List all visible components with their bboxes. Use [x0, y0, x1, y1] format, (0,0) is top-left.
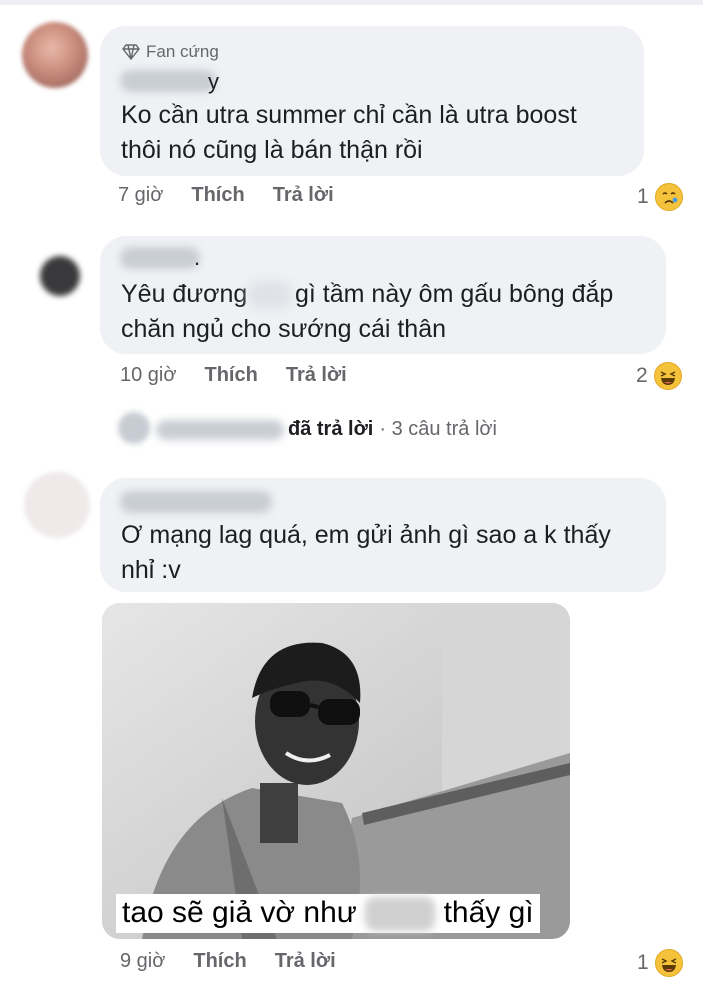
badge-label: Fan cứng — [146, 42, 219, 61]
reaction-summary[interactable]: 1 — [637, 183, 683, 211]
censored-text — [248, 281, 292, 309]
commenter-name[interactable] — [120, 247, 200, 269]
fan-badge: Fan cứng — [122, 42, 219, 62]
comment-actions: 10 giờ Thích Trả lời — [120, 364, 347, 387]
laughing-face-icon — [654, 949, 683, 977]
crying-face-icon — [654, 183, 683, 211]
avatar[interactable] — [40, 256, 80, 296]
avatar[interactable] — [24, 472, 90, 538]
timestamp[interactable]: 9 giờ — [120, 950, 165, 973]
comment-actions: 9 giờ Thích Trả lời — [120, 950, 336, 973]
caption-text: thấy gì — [443, 895, 534, 929]
laughing-face-icon — [653, 362, 682, 390]
replies-summary[interactable]: đã trả lời · 3 câu trả lời — [288, 418, 497, 441]
reply-button[interactable]: Trả lời — [286, 364, 347, 387]
censored-text — [365, 897, 436, 931]
replies-count: · 3 câu trả lời — [379, 418, 497, 440]
top-divider — [0, 0, 703, 5]
avatar[interactable] — [118, 412, 150, 444]
like-button[interactable]: Thích — [204, 364, 257, 387]
reaction-count: 1 — [637, 951, 649, 974]
reply-author-name[interactable] — [156, 420, 284, 440]
name-suffix: y — [208, 69, 219, 94]
diamond-icon — [122, 44, 140, 60]
timestamp[interactable]: 7 giờ — [118, 184, 163, 207]
commenter-name[interactable] — [120, 70, 216, 92]
reply-button[interactable]: Trả lời — [275, 950, 336, 973]
reaction-summary[interactable]: 2 — [636, 362, 682, 390]
meme-photo — [102, 603, 570, 939]
caption-text: tao sẽ giả vờ như — [122, 895, 357, 929]
reaction-count: 1 — [637, 185, 649, 208]
reaction-summary[interactable]: 1 — [637, 949, 683, 977]
timestamp[interactable]: 10 giờ — [120, 364, 176, 387]
comment-text-line: chăn ngủ cho sướng cái thân — [121, 315, 447, 343]
replied-label: đã trả lời — [288, 418, 374, 440]
comment-text-line: Yêu đương — [121, 280, 248, 308]
comment-text-line: Ơ mạng lag quá, em gửi ảnh gì sao a k th… — [121, 521, 611, 549]
reaction-count: 2 — [636, 364, 648, 387]
comment-text-line: nhỉ :v — [121, 556, 181, 584]
name-suffix: . — [194, 245, 201, 270]
like-button[interactable]: Thích — [191, 184, 244, 207]
comment-text-line: gì tầm này ôm gấu bông đắp — [295, 280, 614, 308]
comment-actions: 7 giờ Thích Trả lời — [118, 184, 334, 207]
avatar[interactable] — [22, 22, 88, 88]
reply-button[interactable]: Trả lời — [273, 184, 334, 207]
commenter-name[interactable] — [120, 491, 272, 513]
meme-image[interactable]: tao sẽ giả vờ như thấy gì — [102, 603, 570, 939]
comment-text-line: Ko cần utra summer chỉ cần là utra boost — [121, 101, 577, 129]
like-button[interactable]: Thích — [193, 950, 246, 973]
comment-text-line: thôi nó cũng là bán thận rồi — [121, 136, 423, 164]
meme-caption: tao sẽ giả vờ như thấy gì — [116, 893, 540, 933]
